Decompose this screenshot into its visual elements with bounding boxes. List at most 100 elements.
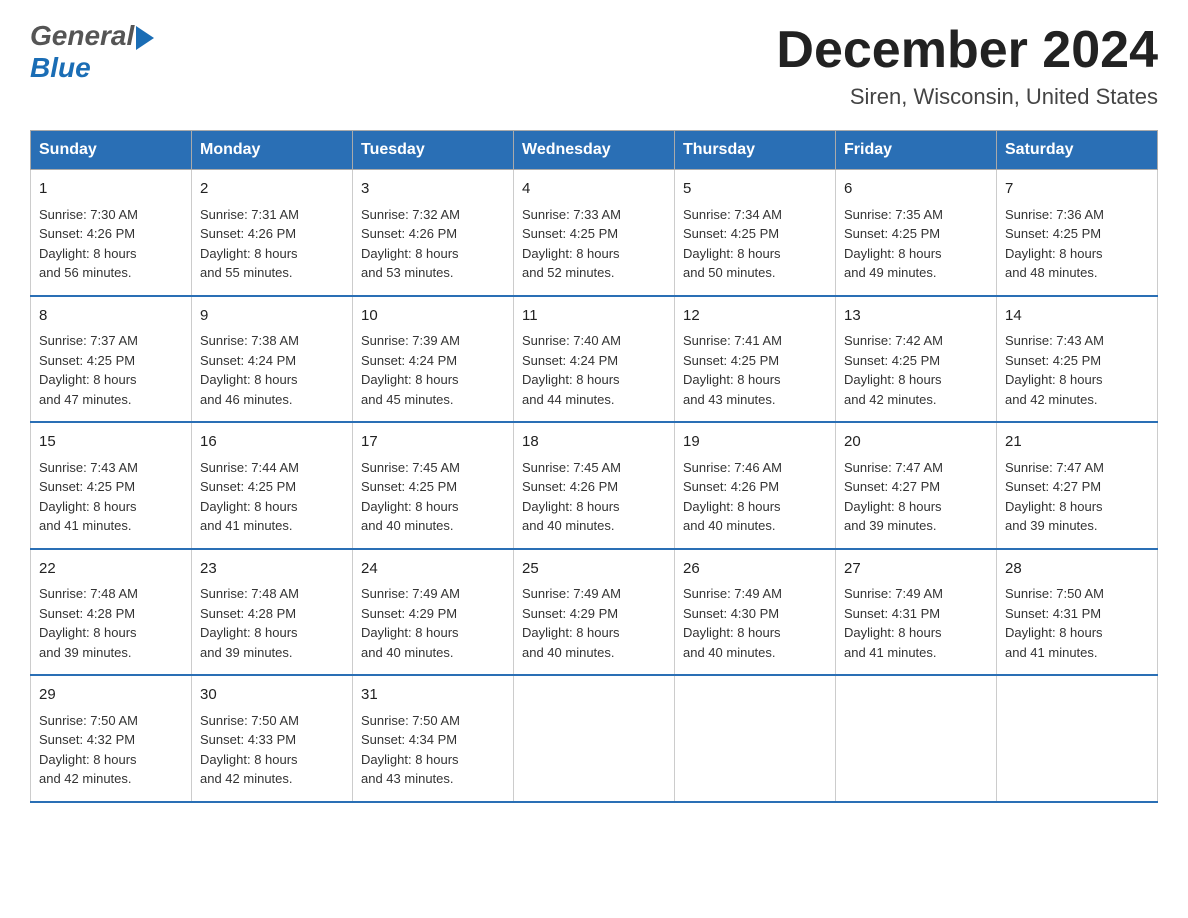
logo: General Blue <box>30 20 155 84</box>
page-header: General Blue December 2024 Siren, Wiscon… <box>30 20 1158 110</box>
day-number: 24 <box>361 558 505 581</box>
day-info: Sunrise: 7:50 AM Sunset: 4:34 PM Dayligh… <box>361 713 460 787</box>
day-info: Sunrise: 7:33 AM Sunset: 4:25 PM Dayligh… <box>522 207 621 281</box>
calendar-week-2: 8 Sunrise: 7:37 AM Sunset: 4:25 PM Dayli… <box>31 296 1158 423</box>
calendar-cell: 26 Sunrise: 7:49 AM Sunset: 4:30 PM Dayl… <box>675 549 836 676</box>
calendar-cell <box>836 675 997 802</box>
day-number: 15 <box>39 431 183 454</box>
day-number: 5 <box>683 178 827 201</box>
day-info: Sunrise: 7:48 AM Sunset: 4:28 PM Dayligh… <box>39 586 138 660</box>
calendar-cell: 27 Sunrise: 7:49 AM Sunset: 4:31 PM Dayl… <box>836 549 997 676</box>
calendar-header: SundayMondayTuesdayWednesdayThursdayFrid… <box>31 131 1158 170</box>
calendar-cell: 28 Sunrise: 7:50 AM Sunset: 4:31 PM Dayl… <box>997 549 1158 676</box>
day-info: Sunrise: 7:41 AM Sunset: 4:25 PM Dayligh… <box>683 333 782 407</box>
day-number: 7 <box>1005 178 1149 201</box>
calendar-cell: 16 Sunrise: 7:44 AM Sunset: 4:25 PM Dayl… <box>192 422 353 549</box>
calendar-week-1: 1 Sunrise: 7:30 AM Sunset: 4:26 PM Dayli… <box>31 170 1158 296</box>
logo-general-text: General <box>30 20 134 52</box>
calendar-cell: 17 Sunrise: 7:45 AM Sunset: 4:25 PM Dayl… <box>353 422 514 549</box>
calendar-cell: 18 Sunrise: 7:45 AM Sunset: 4:26 PM Dayl… <box>514 422 675 549</box>
day-number: 26 <box>683 558 827 581</box>
calendar-body: 1 Sunrise: 7:30 AM Sunset: 4:26 PM Dayli… <box>31 170 1158 802</box>
day-number: 11 <box>522 305 666 328</box>
calendar-cell: 21 Sunrise: 7:47 AM Sunset: 4:27 PM Dayl… <box>997 422 1158 549</box>
day-number: 4 <box>522 178 666 201</box>
day-info: Sunrise: 7:39 AM Sunset: 4:24 PM Dayligh… <box>361 333 460 407</box>
day-number: 16 <box>200 431 344 454</box>
day-info: Sunrise: 7:49 AM Sunset: 4:30 PM Dayligh… <box>683 586 782 660</box>
calendar-cell: 14 Sunrise: 7:43 AM Sunset: 4:25 PM Dayl… <box>997 296 1158 423</box>
day-info: Sunrise: 7:49 AM Sunset: 4:29 PM Dayligh… <box>522 586 621 660</box>
day-header-wednesday: Wednesday <box>514 131 675 170</box>
day-info: Sunrise: 7:48 AM Sunset: 4:28 PM Dayligh… <box>200 586 299 660</box>
day-info: Sunrise: 7:43 AM Sunset: 4:25 PM Dayligh… <box>1005 333 1104 407</box>
day-number: 19 <box>683 431 827 454</box>
day-info: Sunrise: 7:47 AM Sunset: 4:27 PM Dayligh… <box>844 460 943 534</box>
day-number: 17 <box>361 431 505 454</box>
day-number: 29 <box>39 684 183 707</box>
calendar-cell: 1 Sunrise: 7:30 AM Sunset: 4:26 PM Dayli… <box>31 170 192 296</box>
calendar-cell: 13 Sunrise: 7:42 AM Sunset: 4:25 PM Dayl… <box>836 296 997 423</box>
calendar-cell: 8 Sunrise: 7:37 AM Sunset: 4:25 PM Dayli… <box>31 296 192 423</box>
day-number: 28 <box>1005 558 1149 581</box>
calendar-cell: 4 Sunrise: 7:33 AM Sunset: 4:25 PM Dayli… <box>514 170 675 296</box>
day-number: 25 <box>522 558 666 581</box>
day-number: 3 <box>361 178 505 201</box>
day-header-friday: Friday <box>836 131 997 170</box>
day-info: Sunrise: 7:31 AM Sunset: 4:26 PM Dayligh… <box>200 207 299 281</box>
day-number: 22 <box>39 558 183 581</box>
day-header-saturday: Saturday <box>997 131 1158 170</box>
day-info: Sunrise: 7:44 AM Sunset: 4:25 PM Dayligh… <box>200 460 299 534</box>
day-number: 10 <box>361 305 505 328</box>
calendar-cell: 2 Sunrise: 7:31 AM Sunset: 4:26 PM Dayli… <box>192 170 353 296</box>
calendar-cell: 11 Sunrise: 7:40 AM Sunset: 4:24 PM Dayl… <box>514 296 675 423</box>
day-number: 9 <box>200 305 344 328</box>
calendar-cell: 3 Sunrise: 7:32 AM Sunset: 4:26 PM Dayli… <box>353 170 514 296</box>
calendar-cell: 31 Sunrise: 7:50 AM Sunset: 4:34 PM Dayl… <box>353 675 514 802</box>
calendar-cell <box>675 675 836 802</box>
day-info: Sunrise: 7:50 AM Sunset: 4:32 PM Dayligh… <box>39 713 138 787</box>
day-info: Sunrise: 7:49 AM Sunset: 4:29 PM Dayligh… <box>361 586 460 660</box>
calendar-cell: 9 Sunrise: 7:38 AM Sunset: 4:24 PM Dayli… <box>192 296 353 423</box>
day-info: Sunrise: 7:35 AM Sunset: 4:25 PM Dayligh… <box>844 207 943 281</box>
calendar-cell: 15 Sunrise: 7:43 AM Sunset: 4:25 PM Dayl… <box>31 422 192 549</box>
day-info: Sunrise: 7:45 AM Sunset: 4:25 PM Dayligh… <box>361 460 460 534</box>
day-number: 18 <box>522 431 666 454</box>
calendar-cell: 5 Sunrise: 7:34 AM Sunset: 4:25 PM Dayli… <box>675 170 836 296</box>
calendar-cell: 25 Sunrise: 7:49 AM Sunset: 4:29 PM Dayl… <box>514 549 675 676</box>
day-info: Sunrise: 7:38 AM Sunset: 4:24 PM Dayligh… <box>200 333 299 407</box>
day-info: Sunrise: 7:46 AM Sunset: 4:26 PM Dayligh… <box>683 460 782 534</box>
days-of-week-row: SundayMondayTuesdayWednesdayThursdayFrid… <box>31 131 1158 170</box>
calendar-cell: 23 Sunrise: 7:48 AM Sunset: 4:28 PM Dayl… <box>192 549 353 676</box>
day-info: Sunrise: 7:50 AM Sunset: 4:31 PM Dayligh… <box>1005 586 1104 660</box>
calendar-cell: 7 Sunrise: 7:36 AM Sunset: 4:25 PM Dayli… <box>997 170 1158 296</box>
calendar-cell: 19 Sunrise: 7:46 AM Sunset: 4:26 PM Dayl… <box>675 422 836 549</box>
calendar-week-3: 15 Sunrise: 7:43 AM Sunset: 4:25 PM Dayl… <box>31 422 1158 549</box>
logo-blue-label: Blue <box>30 52 91 84</box>
day-number: 21 <box>1005 431 1149 454</box>
calendar-cell: 6 Sunrise: 7:35 AM Sunset: 4:25 PM Dayli… <box>836 170 997 296</box>
title-area: December 2024 Siren, Wisconsin, United S… <box>776 20 1158 110</box>
day-number: 20 <box>844 431 988 454</box>
day-info: Sunrise: 7:32 AM Sunset: 4:26 PM Dayligh… <box>361 207 460 281</box>
calendar-week-5: 29 Sunrise: 7:50 AM Sunset: 4:32 PM Dayl… <box>31 675 1158 802</box>
calendar-cell <box>514 675 675 802</box>
main-title: December 2024 <box>776 20 1158 80</box>
day-number: 12 <box>683 305 827 328</box>
day-number: 6 <box>844 178 988 201</box>
calendar-cell: 20 Sunrise: 7:47 AM Sunset: 4:27 PM Dayl… <box>836 422 997 549</box>
day-number: 14 <box>1005 305 1149 328</box>
day-info: Sunrise: 7:50 AM Sunset: 4:33 PM Dayligh… <box>200 713 299 787</box>
calendar-cell: 30 Sunrise: 7:50 AM Sunset: 4:33 PM Dayl… <box>192 675 353 802</box>
day-info: Sunrise: 7:40 AM Sunset: 4:24 PM Dayligh… <box>522 333 621 407</box>
day-header-sunday: Sunday <box>31 131 192 170</box>
calendar-cell: 12 Sunrise: 7:41 AM Sunset: 4:25 PM Dayl… <box>675 296 836 423</box>
logo-blue-text: Blue <box>30 52 91 83</box>
day-info: Sunrise: 7:45 AM Sunset: 4:26 PM Dayligh… <box>522 460 621 534</box>
day-header-monday: Monday <box>192 131 353 170</box>
logo-arrow-icon <box>136 26 154 50</box>
day-number: 2 <box>200 178 344 201</box>
day-number: 23 <box>200 558 344 581</box>
day-info: Sunrise: 7:47 AM Sunset: 4:27 PM Dayligh… <box>1005 460 1104 534</box>
calendar-cell: 29 Sunrise: 7:50 AM Sunset: 4:32 PM Dayl… <box>31 675 192 802</box>
